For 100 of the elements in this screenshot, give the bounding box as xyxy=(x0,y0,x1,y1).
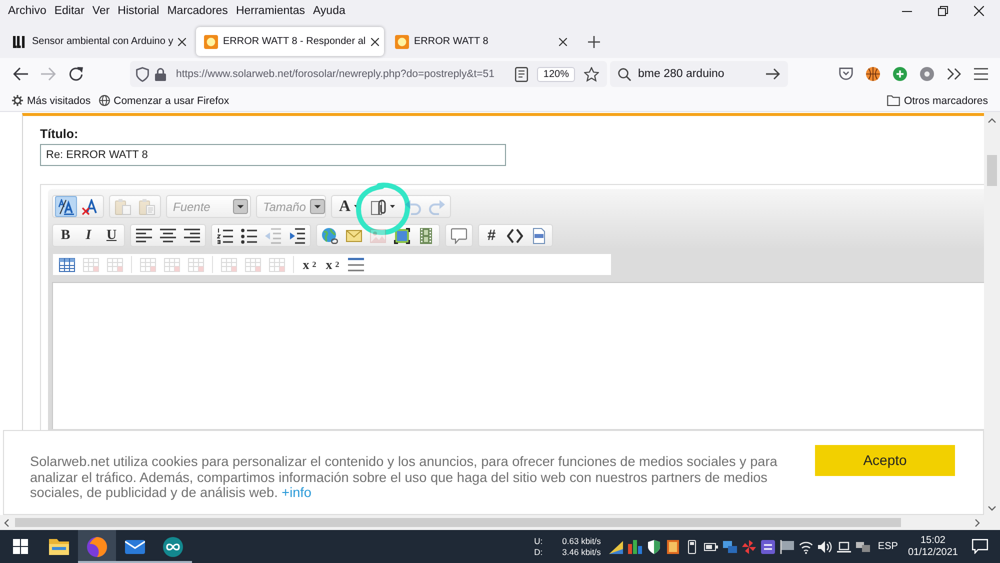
table-icon xyxy=(107,256,123,272)
book-icon[interactable] xyxy=(666,540,680,554)
table-icon xyxy=(221,256,237,272)
search-field[interactable]: bme 280 arduino xyxy=(610,61,788,87)
start-icon[interactable] xyxy=(12,539,28,554)
accept-button[interactable]: Acepto xyxy=(815,445,955,476)
back-icon[interactable] xyxy=(12,67,28,81)
redo-icon xyxy=(428,198,445,214)
scroll-down-icon[interactable] xyxy=(988,506,996,511)
bold-button[interactable]: B xyxy=(55,225,76,246)
language-indicator[interactable]: ESP xyxy=(878,541,898,552)
address-bar[interactable]: https://www.solarweb.net/forosolar/newreply.php?do=postreply&t=51 120% xyxy=(130,61,607,87)
browser-tab[interactable]: ERROR WATT 8 - Responder al xyxy=(196,27,384,56)
message-editor-field[interactable] xyxy=(52,282,984,429)
title-input[interactable]: Re: ERROR WATT 8 xyxy=(40,144,506,166)
close-icon[interactable] xyxy=(370,38,379,46)
minimize-icon xyxy=(902,10,912,12)
clear-format-icon xyxy=(82,198,98,214)
gear-icon xyxy=(12,95,23,106)
notification-icon[interactable] xyxy=(972,539,988,554)
network-speed: 3.46 kbit/s xyxy=(562,547,601,557)
arrow-right-icon[interactable] xyxy=(766,68,780,80)
scroll-right-icon[interactable] xyxy=(975,518,980,526)
speech-bubble-icon xyxy=(451,228,467,244)
plus-icon[interactable] xyxy=(588,36,600,48)
align-right-icon xyxy=(184,228,200,244)
speaker-icon[interactable] xyxy=(818,540,832,554)
clock-date[interactable]: 01/12/2021 xyxy=(908,546,958,558)
text-color-button[interactable]: A xyxy=(334,196,364,217)
media-button[interactable] xyxy=(391,225,413,246)
shield-icon[interactable] xyxy=(646,540,661,554)
disc-icon[interactable] xyxy=(920,67,934,81)
flag-icon[interactable] xyxy=(780,540,794,554)
code-icon xyxy=(507,228,523,244)
cookie-notice-text: Solarweb.net utiliza cookies para personalizar el contenido y los anuncios, para ofrecer funciones de medios sociales y para analizar el tráfico. Además, compartimos información sobre el uso que haga del sitio web con nuestros partners de medios sociales, de publicidad y de análisis web. +info xyxy=(30,454,778,500)
close-icon[interactable] xyxy=(559,38,567,46)
globe-icon xyxy=(98,95,110,106)
computers-icon[interactable] xyxy=(856,540,870,554)
vertical-scrollbar[interactable] xyxy=(984,112,1000,515)
wedge-icon[interactable] xyxy=(608,540,623,554)
envelope-icon xyxy=(346,228,362,244)
folder-icon xyxy=(49,536,69,556)
numbered-list-icon xyxy=(217,228,233,244)
pinwheel-icon[interactable] xyxy=(742,540,756,554)
sun-icon xyxy=(395,34,409,48)
table-icon xyxy=(59,256,75,272)
url-text[interactable]: https://www.solarweb.net/forosolar/newreply.php?do=postreply&t=51 xyxy=(176,68,510,80)
menu-item[interactable]: Herramientas xyxy=(232,3,309,19)
superscript-button[interactable]: x$^{2}$ xyxy=(322,254,343,275)
reload-icon[interactable] xyxy=(69,67,83,81)
browser-tab[interactable]: Sensor ambiental con Arduino y xyxy=(5,27,193,56)
scroll-up-icon[interactable] xyxy=(988,118,996,123)
zoom-level-button[interactable]: 120% xyxy=(537,66,575,82)
lock-icon[interactable] xyxy=(155,68,166,80)
link-button[interactable] xyxy=(319,225,341,246)
scrollbar-thumb[interactable] xyxy=(15,518,901,527)
folder-icon xyxy=(886,95,900,106)
table-icon xyxy=(83,256,99,272)
screens-icon[interactable] xyxy=(722,540,737,554)
pouch-chevron-icon[interactable] xyxy=(838,67,852,81)
menu-item[interactable]: Archivo xyxy=(4,3,50,19)
table-icon xyxy=(164,256,180,272)
browser-tab[interactable]: ERROR WATT 8 xyxy=(387,27,575,56)
browser-icon xyxy=(87,536,107,556)
bookmark-item[interactable]: Comenzar a usar Firefox xyxy=(94,94,234,106)
table-icon xyxy=(269,256,285,272)
star-icon[interactable] xyxy=(584,66,599,82)
menu-icon[interactable] xyxy=(974,67,988,81)
close-icon[interactable] xyxy=(178,38,186,46)
scroll-left-icon[interactable] xyxy=(4,518,9,526)
menu-item[interactable]: Historial xyxy=(114,3,164,19)
menu-item[interactable]: Marcadores xyxy=(163,3,232,19)
menu-item[interactable]: Ayuda xyxy=(308,3,350,19)
bullet-list-icon xyxy=(241,228,257,244)
bookmark-folder[interactable]: Otros marcadores xyxy=(882,94,992,106)
underline-button[interactable]: U xyxy=(101,225,122,246)
tab-title: ERROR WATT 8 xyxy=(414,36,490,47)
clipboard-text-icon xyxy=(139,198,155,214)
sliders-icon[interactable] xyxy=(760,540,775,554)
chevrons-icon[interactable] xyxy=(946,67,960,81)
menu-item[interactable]: Ver xyxy=(88,3,114,19)
basketball-icon[interactable] xyxy=(866,67,880,81)
page-icon[interactable] xyxy=(515,66,528,82)
text-mode-icon xyxy=(58,198,74,214)
italic-button[interactable]: I xyxy=(78,225,99,246)
source-mode-button[interactable] xyxy=(55,196,77,217)
clock-time[interactable]: 15:02 xyxy=(920,534,946,546)
bars-icon[interactable] xyxy=(628,540,642,554)
globe-chain-icon xyxy=(322,228,338,244)
laptop-icon[interactable] xyxy=(836,540,851,554)
network-label: U: xyxy=(534,536,544,546)
align-left-icon xyxy=(136,228,152,244)
bookmark-item[interactable]: Más visitados xyxy=(8,94,95,106)
scrollbar-thumb[interactable] xyxy=(987,155,997,186)
hashtag-button[interactable]: # xyxy=(481,225,502,246)
menu-item[interactable]: Editar xyxy=(50,3,88,19)
bars-logo-icon xyxy=(13,34,27,48)
wifi-icon[interactable] xyxy=(798,540,813,554)
circle-plus-icon[interactable] xyxy=(892,67,906,81)
horizontal-scrollbar[interactable] xyxy=(0,515,984,530)
